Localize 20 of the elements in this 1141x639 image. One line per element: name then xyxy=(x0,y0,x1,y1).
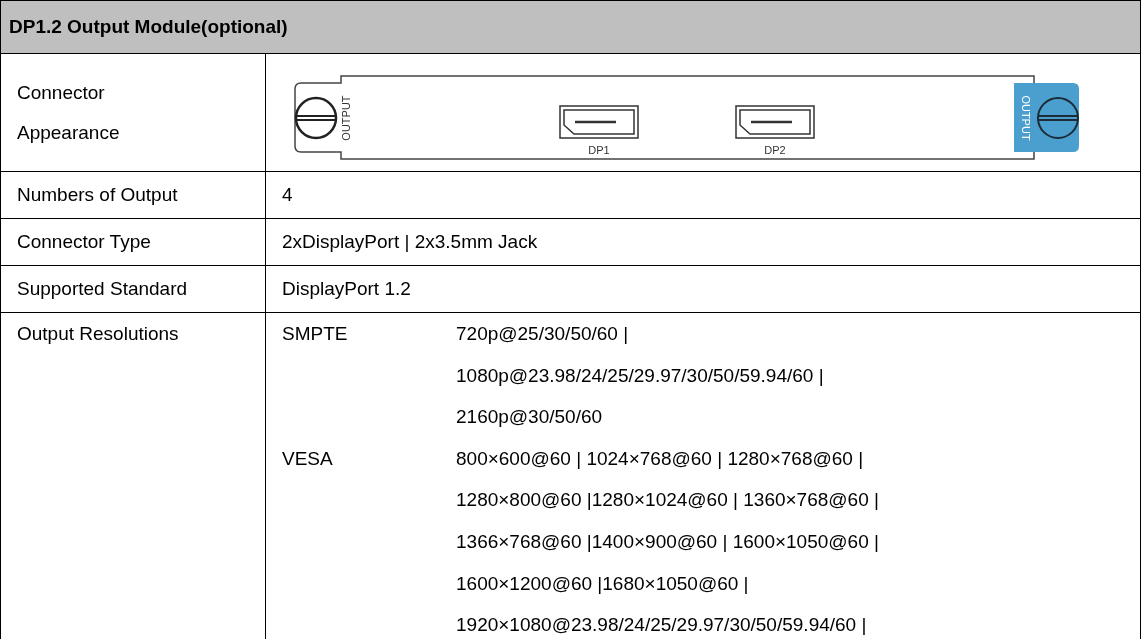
standard-name: VESA xyxy=(282,446,334,471)
resolution-list: 1280×800@60 |1280×1024@60 | 1360×768@60 | xyxy=(456,479,1140,521)
row-label: Connector Appearance xyxy=(17,80,121,145)
row-label: Connector Type xyxy=(17,230,151,252)
standard-name: SMPTE xyxy=(282,322,349,346)
resolution-list: 1600×1200@60 |1680×1050@60 | xyxy=(456,562,1140,605)
row-value: 2xDisplayPort | 2x3.5mm Jack xyxy=(282,230,538,252)
row-label: Numbers of Output xyxy=(17,183,178,205)
output-module-drawing: OUTPUT DP1 DP2 OUTPUT xyxy=(294,75,1079,160)
resolution-list: 1920×1080@23.98/24/25/29.97/30/50/59.94/60 | xyxy=(456,604,1140,639)
resolution-list: 800×600@60 | 1024×768@60 | 1280×768@60 | xyxy=(456,437,1140,480)
table-title: DP1.2 Output Module(optional) xyxy=(9,15,288,37)
resolution-list: 1080p@23.98/24/25/29.97/30/50/59.94/60 | xyxy=(456,354,1140,397)
row-label: Output Resolutions xyxy=(17,323,179,344)
resolution-list: 1366×768@60 |1400×900@60 | 1600×1050@60 | xyxy=(456,520,1140,563)
row-value: DisplayPort 1.2 xyxy=(282,277,411,299)
resolution-list: 2160p@30/50/60 xyxy=(456,396,1140,438)
resolution-list: 720p@25/30/50/60 | xyxy=(456,313,1140,355)
row-value: 4 xyxy=(282,183,293,205)
row-label: Supported Standard xyxy=(17,277,188,299)
